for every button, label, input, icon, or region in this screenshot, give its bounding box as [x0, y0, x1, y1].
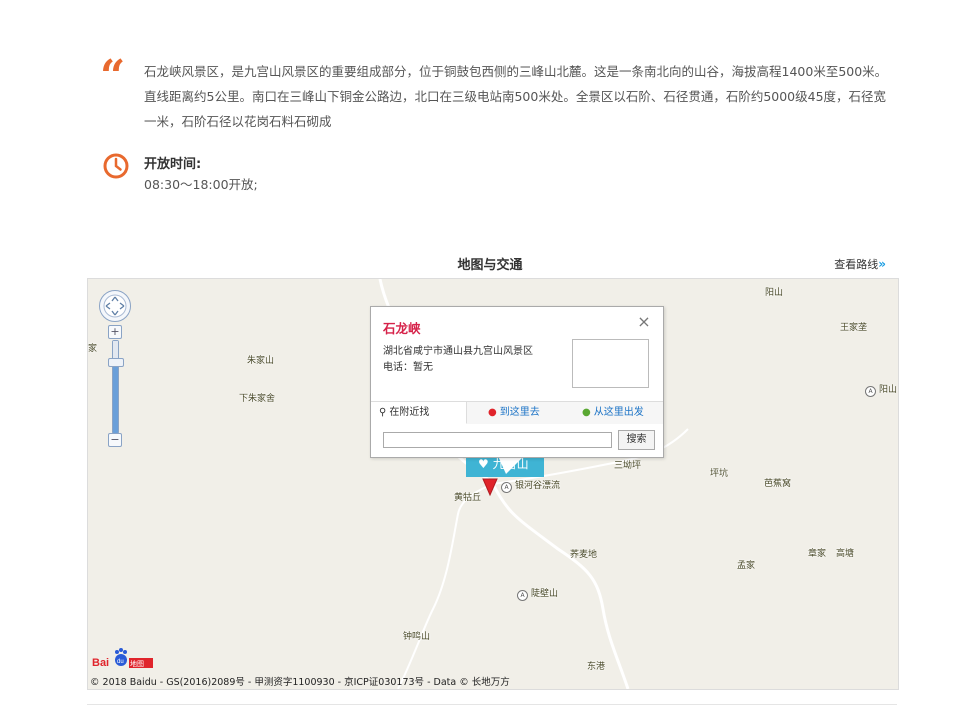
- place-label: 高塘: [836, 549, 855, 559]
- tab-to-here[interactable]: ● 到这里去: [488, 402, 540, 424]
- quote-icon: “: [100, 51, 125, 102]
- place-label: 朱家山: [247, 356, 275, 366]
- map-view[interactable]: 阳山 王家垄 朱家山 下朱家舍 A 阳山 三坳坪 坪坑 芭蕉窝 黄牯丘 A 银河谷漂…: [87, 278, 899, 690]
- place-label: 坪坑: [710, 469, 729, 479]
- baidu-logo: Bai du 地图: [92, 648, 153, 669]
- info-window: 石龙峡 × 湖北省咸宁市通山县九宫山风景区 电话：暂无 ⚲ 在附近找 ● 到这里去 …: [370, 306, 664, 458]
- tab-nearby[interactable]: ⚲ 在附近找: [371, 402, 467, 424]
- place-label: 钟鸣山: [403, 632, 431, 642]
- pin-icon: ●: [488, 407, 497, 418]
- poi-label: A 陡壁山: [517, 586, 558, 601]
- opening-hours: 开放时间: 08:30～18:00开放;: [100, 150, 500, 192]
- poi-icon: A: [501, 482, 512, 493]
- info-window-tabs: ⚲ 在附近找 ● 到这里去 ● 从这里出发: [371, 401, 663, 424]
- poi-icon: A: [517, 590, 528, 601]
- pin-icon: ●: [582, 407, 591, 418]
- poi-label: A 阳山: [865, 382, 897, 397]
- svg-text:地图: 地图: [130, 659, 144, 668]
- svg-text:Bai: Bai: [92, 657, 109, 669]
- divider: [87, 704, 897, 705]
- place-label: 陡壁山: [531, 589, 559, 599]
- map-copyright: © 2018 Baidu - GS(2016)2089号 - 甲测资字11009…: [90, 677, 510, 688]
- map-marker-icon[interactable]: [482, 477, 498, 497]
- info-window-phone: 电话：暂无: [383, 362, 433, 373]
- view-route-label: 查看路线: [834, 258, 879, 271]
- view-route-link[interactable]: 查看路线»: [834, 256, 886, 272]
- zoom-in-button[interactable]: +: [108, 325, 122, 339]
- info-window-address: 湖北省咸宁市通山县九宫山风景区: [383, 346, 533, 357]
- poi-label: A 银河谷漂流: [501, 478, 560, 493]
- svg-text:du: du: [117, 659, 124, 665]
- place-label: 章家: [808, 549, 827, 559]
- place-label: 阳山: [879, 385, 898, 395]
- tab-nearby-label: 在附近找: [389, 407, 430, 418]
- close-icon[interactable]: ×: [637, 314, 651, 330]
- zoom-out-button[interactable]: −: [108, 433, 122, 447]
- nearby-search-input[interactable]: [383, 432, 612, 448]
- description-text: 石龙峡风景区，是九宫山风景区的重要组成部分，位于铜鼓包西侧的三峰山北麓。这是一条…: [144, 64, 888, 129]
- place-label: 阳山: [765, 288, 784, 298]
- search-button[interactable]: 搜索: [618, 430, 655, 450]
- place-label: 家: [88, 344, 98, 354]
- tab-from-here-label: 从这里出发: [593, 407, 644, 418]
- place-label: 王家垄: [840, 323, 868, 333]
- zoom-slider-track[interactable]: [112, 340, 119, 434]
- map-section-title: 地图与交通: [457, 258, 523, 273]
- place-label: 三坳坪: [614, 461, 642, 471]
- pan-control-icon[interactable]: [98, 289, 132, 323]
- hours-title: 开放时间:: [144, 157, 202, 172]
- zoom-slider-handle[interactable]: [108, 358, 124, 367]
- tab-from-here[interactable]: ● 从这里出发: [582, 402, 644, 424]
- place-label: 芭蕉窝: [764, 479, 792, 489]
- zoom-control: + −: [108, 325, 124, 447]
- place-label: 孟家: [737, 561, 756, 571]
- hours-value: 08:30～18:00开放;: [144, 177, 258, 192]
- double-chevron-right-icon: »: [878, 257, 886, 271]
- poi-icon: A: [865, 386, 876, 397]
- info-window-title: 石龙峡: [383, 321, 421, 336]
- popup-tail: [498, 456, 524, 474]
- place-label: 银河谷漂流: [515, 481, 561, 491]
- place-label: 下朱家舍: [239, 394, 276, 404]
- info-window-thumbnail: [572, 339, 649, 388]
- tab-to-here-label: 到这里去: [499, 407, 540, 418]
- place-label: 黄牯丘: [454, 493, 482, 503]
- heart-icon: ♥: [478, 457, 489, 471]
- clock-icon: [103, 153, 129, 179]
- place-label: 荞麦地: [570, 550, 598, 560]
- place-label: 东港: [587, 662, 606, 672]
- magnifier-icon: ⚲: [379, 407, 387, 418]
